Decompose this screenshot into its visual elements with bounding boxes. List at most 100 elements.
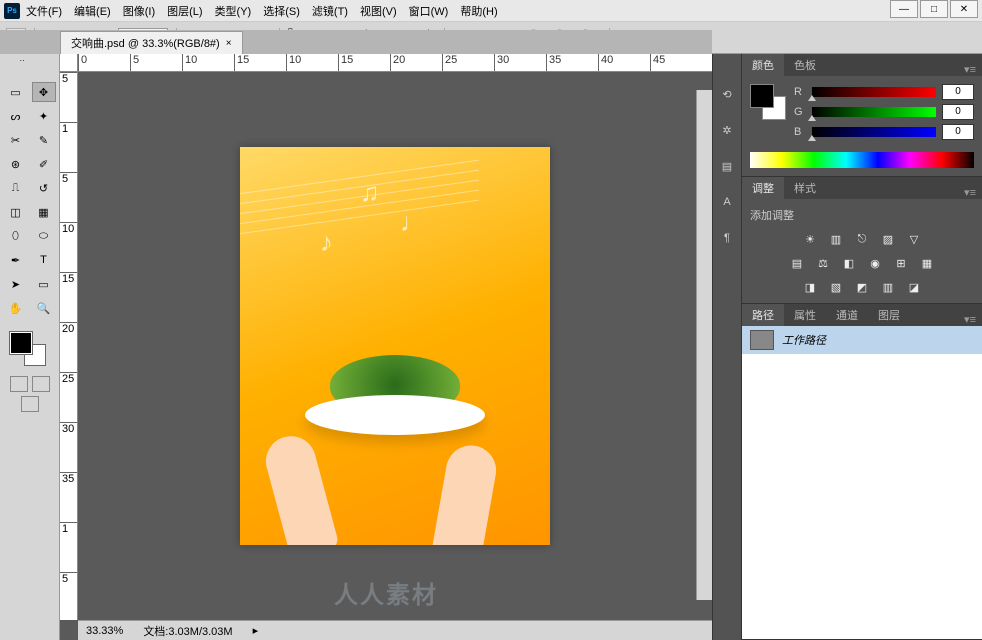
menu-select[interactable]: 选择(S) — [263, 3, 300, 19]
tab-layers[interactable]: 图层 — [868, 304, 910, 326]
panels-dock: 颜色 色板 ▾≡ R 0 G — [742, 54, 982, 640]
history-panel-icon[interactable]: ⟲ — [717, 84, 737, 104]
window-controls: — □ ✕ — [890, 0, 978, 18]
brush-panel-icon[interactable]: ✲ — [717, 120, 737, 140]
doc-info-dropdown-icon[interactable]: ▸ — [253, 624, 259, 637]
document-artwork[interactable]: ♫ ♪ ♩ — [240, 147, 550, 545]
path-select-tool[interactable]: ➤ — [4, 274, 28, 294]
dodge-tool[interactable]: ⬭ — [32, 226, 56, 246]
ruler-origin[interactable] — [60, 54, 78, 72]
tab-paths[interactable]: 路径 — [742, 304, 784, 326]
brightness-adj-icon[interactable]: ☀ — [801, 231, 819, 247]
vibrance-adj-icon[interactable]: ▽ — [905, 231, 923, 247]
g-label: G — [794, 106, 806, 118]
path-item[interactable]: 工作路径 — [742, 326, 982, 354]
hand-tool[interactable]: ✋ — [4, 298, 28, 318]
close-button[interactable]: ✕ — [950, 0, 978, 18]
posterize-adj-icon[interactable]: ▧ — [827, 279, 845, 295]
g-slider[interactable] — [812, 107, 936, 117]
b-value[interactable]: 0 — [942, 124, 974, 140]
healing-tool[interactable]: ⊛ — [4, 154, 28, 174]
pen-tool[interactable]: ✒ — [4, 250, 28, 270]
tab-swatches[interactable]: 色板 — [784, 54, 826, 76]
crop-tool[interactable]: ✂ — [4, 130, 28, 150]
zoom-tool[interactable]: 🔍 — [32, 298, 56, 318]
exposure-adj-icon[interactable]: ▨ — [879, 231, 897, 247]
photofilter-adj-icon[interactable]: ◉ — [866, 255, 884, 271]
menu-filter[interactable]: 滤镜(T) — [312, 3, 348, 19]
eraser-tool[interactable]: ◫ — [4, 202, 28, 222]
screen-mode-icon[interactable] — [21, 396, 39, 412]
panel-menu-icon[interactable]: ▾≡ — [958, 63, 982, 76]
minimize-button[interactable]: — — [890, 0, 918, 18]
menu-type[interactable]: 类型(Y) — [215, 3, 252, 19]
b-slider[interactable] — [812, 127, 936, 137]
magic-wand-tool[interactable]: ✦ — [32, 106, 56, 126]
r-slider[interactable] — [812, 87, 936, 97]
shape-tool[interactable]: ▭ — [32, 274, 56, 294]
threshold-adj-icon[interactable]: ◩ — [853, 279, 871, 295]
menu-help[interactable]: 帮助(H) — [460, 3, 497, 19]
quickmask-mask-icon[interactable] — [32, 376, 50, 392]
menu-file[interactable]: 文件(F) — [26, 3, 62, 19]
colorlookup-adj-icon[interactable]: ▦ — [918, 255, 936, 271]
quickmask-standard-icon[interactable] — [10, 376, 28, 392]
panel-fg-swatch[interactable] — [750, 84, 774, 108]
menu-window[interactable]: 窗口(W) — [409, 3, 449, 19]
menu-edit[interactable]: 编辑(E) — [74, 3, 111, 19]
invert-adj-icon[interactable]: ◨ — [801, 279, 819, 295]
colorbalance-adj-icon[interactable]: ⚖ — [814, 255, 832, 271]
character-panel-icon[interactable]: A — [717, 192, 737, 212]
paths-panel: 路径 属性 通道 图层 ▾≡ 工作路径 — [742, 304, 982, 640]
adjustments-panel: 调整 样式 ▾≡ 添加调整 ☀ ▥ ⎋ ▨ ▽ ▤ ⚖ ◧ ◉ ⊞ — [742, 177, 982, 304]
eyedropper-tool[interactable]: ✎ — [32, 130, 56, 150]
document-tab[interactable]: 交响曲.psd @ 33.3%(RGB/8#) × — [60, 31, 243, 54]
clone-tool[interactable]: ⎍ — [4, 178, 28, 198]
selectivecolor-adj-icon[interactable]: ◪ — [905, 279, 923, 295]
canvas-viewport[interactable]: ♫ ♪ ♩ — [78, 72, 712, 620]
channelmixer-adj-icon[interactable]: ⊞ — [892, 255, 910, 271]
panel-menu-icon[interactable]: ▾≡ — [958, 313, 982, 326]
vertical-ruler[interactable]: 51510152025303515 — [60, 72, 78, 620]
levels-adj-icon[interactable]: ▥ — [827, 231, 845, 247]
toolbox-collapse-icon[interactable]: ·· — [20, 56, 40, 64]
toolbox: ·· ▭ ✥ ᔕ ✦ ✂ ✎ ⊛ ✐ ⎍ ↺ ◫ ▦ ⬯ ⬭ ✒ T ➤ ▭ ✋… — [0, 54, 60, 640]
g-value[interactable]: 0 — [942, 104, 974, 120]
menu-layer[interactable]: 图层(L) — [167, 3, 202, 19]
gradientmap-adj-icon[interactable]: ▥ — [879, 279, 897, 295]
vertical-scrollbar[interactable] — [696, 90, 712, 600]
panel-color-swatch[interactable] — [750, 84, 786, 120]
panel-menu-icon[interactable]: ▾≡ — [958, 186, 982, 199]
menu-view[interactable]: 视图(V) — [360, 3, 397, 19]
marquee-tool[interactable]: ▭ — [4, 82, 28, 102]
gradient-tool[interactable]: ▦ — [32, 202, 56, 222]
brush-tool[interactable]: ✐ — [32, 154, 56, 174]
paragraph-panel-icon[interactable]: ¶ — [717, 228, 737, 248]
add-adjustment-label: 添加调整 — [750, 207, 974, 223]
r-value[interactable]: 0 — [942, 84, 974, 100]
tab-channels[interactable]: 通道 — [826, 304, 868, 326]
tab-adjustments[interactable]: 调整 — [742, 177, 784, 199]
zoom-level[interactable]: 33.33% — [86, 625, 123, 637]
blackwhite-adj-icon[interactable]: ◧ — [840, 255, 858, 271]
color-spectrum[interactable] — [750, 152, 974, 168]
tab-properties[interactable]: 属性 — [784, 304, 826, 326]
plate-decoration — [305, 395, 485, 435]
blur-tool[interactable]: ⬯ — [4, 226, 28, 246]
close-tab-icon[interactable]: × — [226, 38, 232, 49]
move-tool[interactable]: ✥ — [32, 82, 56, 102]
maximize-button[interactable]: □ — [920, 0, 948, 18]
tab-color[interactable]: 颜色 — [742, 54, 784, 76]
lasso-tool[interactable]: ᔕ — [4, 106, 28, 126]
type-tool[interactable]: T — [32, 250, 56, 270]
history-brush-tool[interactable]: ↺ — [32, 178, 56, 198]
swatches-panel-icon[interactable]: ▤ — [717, 156, 737, 176]
curves-adj-icon[interactable]: ⎋ — [853, 231, 871, 247]
foreground-color-swatch[interactable] — [10, 332, 32, 354]
paths-list: 工作路径 — [742, 326, 982, 639]
tab-styles[interactable]: 样式 — [784, 177, 826, 199]
hue-adj-icon[interactable]: ▤ — [788, 255, 806, 271]
horizontal-ruler[interactable]: 0510151015202530354045 — [78, 54, 712, 72]
document-tab-label: 交响曲.psd @ 33.3%(RGB/8#) — [71, 35, 220, 51]
menu-image[interactable]: 图像(I) — [123, 3, 155, 19]
